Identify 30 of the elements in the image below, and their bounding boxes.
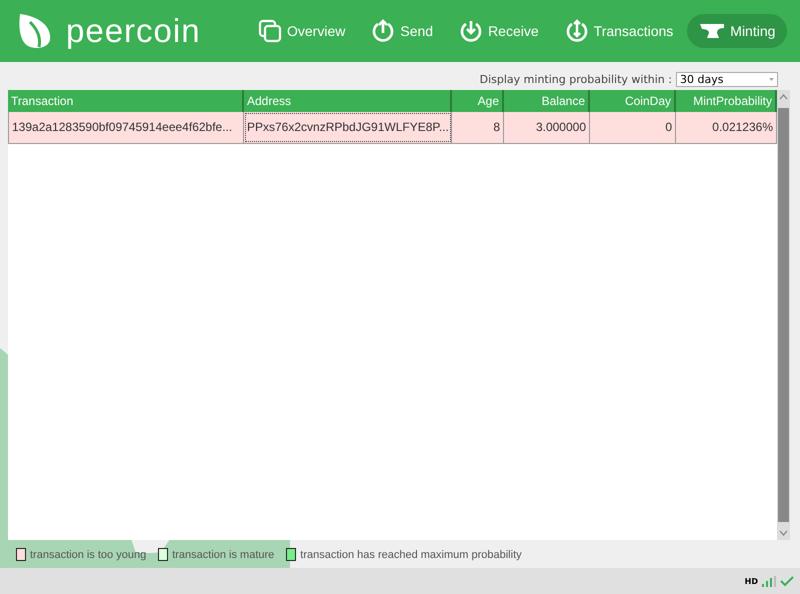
legend-label: transaction is too young — [30, 548, 146, 560]
caret-icon — [769, 78, 774, 80]
overlapping-squares-icon — [258, 19, 282, 43]
power-down-arrow-icon — [459, 19, 484, 43]
nav-tab[interactable]: Overview — [246, 11, 358, 51]
power-up-arrow-icon — [371, 19, 396, 43]
nav-tab[interactable]: Transactions — [552, 11, 686, 51]
probability-label: Display minting probability within : — [480, 72, 672, 86]
nav-tab[interactable]: Minting — [687, 14, 788, 48]
table-cell: 8 — [452, 112, 504, 143]
period-dropdown[interactable]: 30 days — [676, 72, 778, 86]
table-cell: 3.000000 — [504, 112, 590, 143]
signal-bars-icon — [762, 576, 776, 586]
nav-tab[interactable]: Send — [359, 11, 446, 51]
scroll-up-icon — [779, 94, 788, 100]
legend-label: transaction has reached maximum probability — [300, 548, 522, 560]
table-row[interactable]: 139a2a1283590bf09745914eee4f62bfe... PPxs76x2cvnzRPbdJG91WLFYE8P... 8 3.000000 0 0.021236% — [8, 112, 777, 144]
table-cell: PPxs76x2cvnzRPbdJG91WLFYE8P... — [244, 112, 452, 143]
legend-label: transaction is mature — [172, 548, 274, 560]
nav-tab[interactable]: Receive — [447, 11, 551, 51]
table-cell: 139a2a1283590bf09745914eee4f62bfe... — [8, 112, 244, 143]
up-down-arrow-icon — [564, 19, 589, 43]
table-cell: 0 — [590, 112, 676, 143]
scroll-down-icon — [779, 530, 788, 536]
anvil-icon — [699, 22, 726, 40]
leaf-logo-icon — [18, 12, 52, 50]
hd-label: HD — [744, 576, 758, 586]
scrollbar[interactable] — [777, 90, 790, 540]
logo-wordmark: peercoin — [66, 12, 201, 50]
checkmark-icon — [780, 576, 794, 586]
